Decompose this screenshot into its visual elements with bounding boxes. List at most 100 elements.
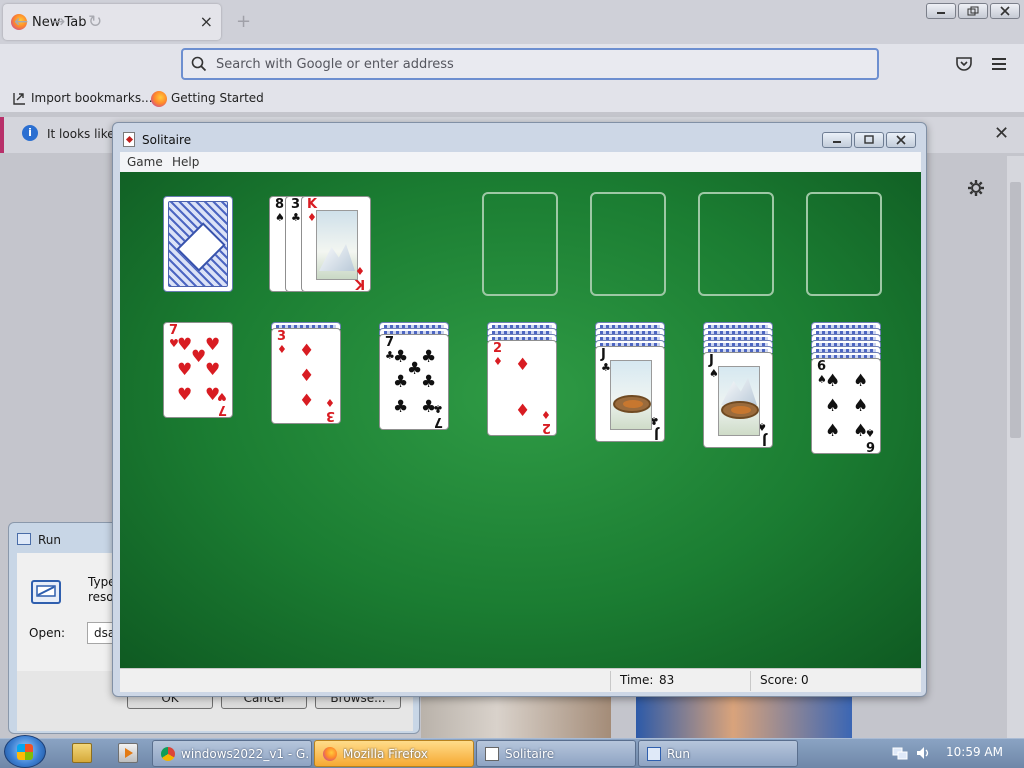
tab-close-icon[interactable]: × bbox=[200, 12, 213, 31]
import-icon bbox=[13, 93, 25, 105]
run-icon bbox=[17, 533, 31, 545]
card-suit: ♣ bbox=[291, 211, 301, 224]
run-icon bbox=[647, 747, 661, 761]
card-suit: ♦ bbox=[325, 396, 335, 409]
card-rank: J bbox=[709, 353, 714, 368]
reload-icon[interactable]: ↻ bbox=[88, 12, 102, 32]
foundation-slot[interactable] bbox=[590, 192, 666, 296]
notification-close-icon[interactable]: ✕ bbox=[994, 123, 1009, 144]
taskbar-item-label: Run bbox=[667, 747, 691, 761]
browser-close-button[interactable] bbox=[990, 3, 1020, 19]
time-value: 83 bbox=[659, 673, 675, 687]
solitaire-close-button[interactable] bbox=[886, 132, 916, 148]
card-pip: ♣ bbox=[407, 359, 423, 379]
solitaire-maximize-button[interactable] bbox=[854, 132, 884, 148]
tableau-card[interactable]: J ♠ J ♠ bbox=[703, 352, 773, 448]
foundation-slot[interactable] bbox=[698, 192, 774, 296]
card-face-art bbox=[610, 360, 652, 430]
browser-minimize-button[interactable] bbox=[926, 3, 956, 19]
solitaire-icon bbox=[485, 747, 499, 761]
minimize-icon bbox=[937, 12, 945, 14]
card-pip: ♠ bbox=[825, 421, 841, 441]
status-divider bbox=[610, 671, 611, 691]
browser-tab-new-tab[interactable]: New Tab × bbox=[3, 4, 221, 40]
search-icon bbox=[191, 56, 207, 72]
card-rank: K bbox=[354, 276, 365, 291]
open-label: Open: bbox=[29, 626, 66, 640]
forward-icon[interactable]: → bbox=[51, 12, 65, 32]
waste-top-card[interactable]: K ♦ K ♦ bbox=[301, 196, 371, 292]
foundation-slot[interactable] bbox=[806, 192, 882, 296]
card-pip: ♦ bbox=[299, 391, 315, 411]
score-label: Score: bbox=[760, 673, 798, 687]
solitaire-title: Solitaire bbox=[142, 133, 192, 147]
card-pip: ♥ bbox=[177, 335, 193, 355]
system-clock[interactable]: 10:59 AM bbox=[946, 745, 1003, 759]
tableau-card[interactable]: 6 ♠ 6 ♠ ♠ ♠ ♠ ♠ ♠ ♠ bbox=[811, 358, 881, 454]
network-icon[interactable] bbox=[892, 745, 908, 761]
card-pip: ♣ bbox=[393, 397, 409, 417]
menu-help[interactable]: Help bbox=[172, 155, 199, 169]
tableau-card[interactable]: 2 ♦ 2 ♦ ♦ ♦ bbox=[487, 340, 557, 436]
page-scrollbar[interactable] bbox=[1007, 156, 1024, 738]
taskbar-item-label: windows2022_v1 - G... bbox=[181, 747, 309, 761]
card-suit: ♦ bbox=[493, 355, 503, 368]
windows-logo-icon bbox=[17, 744, 33, 760]
url-placeholder: Search with Google or enter address bbox=[216, 57, 454, 72]
run-dialog-title: Run bbox=[38, 533, 62, 547]
taskbar-item-solitaire[interactable]: Solitaire bbox=[476, 740, 636, 767]
back-icon[interactable]: ← bbox=[14, 12, 28, 32]
taskbar-item-chrome[interactable]: windows2022_v1 - G... bbox=[152, 740, 312, 767]
file-explorer-icon[interactable] bbox=[72, 743, 92, 763]
tableau-card[interactable]: 7 ♣ 7 ♣ ♣ ♣ ♣ ♣ ♣ ♣ ♣ bbox=[379, 334, 449, 430]
top-site-thumbnail[interactable] bbox=[636, 696, 852, 738]
stock-pile[interactable] bbox=[163, 196, 233, 292]
card-rank: 2 bbox=[493, 341, 503, 356]
bookmark-getting-started[interactable]: Getting Started bbox=[171, 91, 264, 105]
run-program-icon bbox=[31, 580, 61, 604]
top-site-thumbnail[interactable] bbox=[421, 696, 611, 738]
card-pip: ♠ bbox=[825, 371, 841, 391]
solitaire-minimize-button[interactable] bbox=[822, 132, 852, 148]
card-pip: ♦ bbox=[515, 401, 531, 421]
media-player-icon[interactable] bbox=[118, 743, 138, 763]
close-icon bbox=[896, 135, 906, 145]
play-icon bbox=[125, 748, 133, 758]
scrollbar-thumb[interactable] bbox=[1010, 182, 1021, 438]
foundation-slot[interactable] bbox=[482, 192, 558, 296]
gear-icon[interactable] bbox=[967, 179, 985, 197]
card-pip: ♦ bbox=[515, 355, 531, 375]
menu-game[interactable]: Game bbox=[127, 155, 163, 169]
hamburger-menu-icon[interactable] bbox=[992, 57, 1008, 71]
card-pip: ♦ bbox=[299, 341, 315, 361]
card-art bbox=[319, 244, 355, 271]
firefox-icon bbox=[151, 91, 167, 107]
card-suit: ♦ bbox=[355, 264, 365, 277]
start-button[interactable] bbox=[4, 735, 46, 768]
card-rank: 3 bbox=[291, 197, 301, 212]
card-pip: ♥ bbox=[205, 335, 221, 355]
card-pip: ♥ bbox=[191, 347, 207, 367]
card-rank: J bbox=[601, 347, 606, 362]
card-back-pattern bbox=[168, 201, 228, 287]
card-suit: ♠ bbox=[275, 211, 285, 224]
maximize-icon bbox=[864, 135, 874, 144]
tableau-card[interactable]: J ♣ J ♣ bbox=[595, 346, 665, 442]
card-rank: 3 bbox=[277, 329, 287, 344]
firefox-icon bbox=[323, 747, 337, 761]
tableau-card[interactable]: 3 ♦ 3 ♦ ♦ ♦ ♦ bbox=[271, 328, 341, 424]
solitaire-icon bbox=[123, 132, 135, 147]
taskbar-item-firefox[interactable]: Mozilla Firefox bbox=[314, 740, 474, 767]
pocket-icon[interactable] bbox=[955, 56, 973, 72]
bookmark-import[interactable]: Import bookmarks... bbox=[31, 91, 153, 105]
card-pip: ♣ bbox=[421, 397, 437, 417]
tableau-card[interactable]: 7 ♥ 7 ♥ ♥ ♥ ♥ ♥ ♥ ♥ ♥ bbox=[163, 322, 233, 418]
browser-restore-button[interactable] bbox=[958, 3, 988, 19]
url-bar[interactable]: Search with Google or enter address bbox=[181, 48, 879, 80]
card-pip: ♣ bbox=[421, 347, 437, 367]
taskbar-item-run[interactable]: Run bbox=[638, 740, 798, 767]
card-pip: ♠ bbox=[853, 421, 869, 441]
volume-icon[interactable] bbox=[915, 745, 931, 761]
new-tab-button[interactable]: + bbox=[236, 11, 251, 32]
close-icon bbox=[1000, 6, 1010, 16]
